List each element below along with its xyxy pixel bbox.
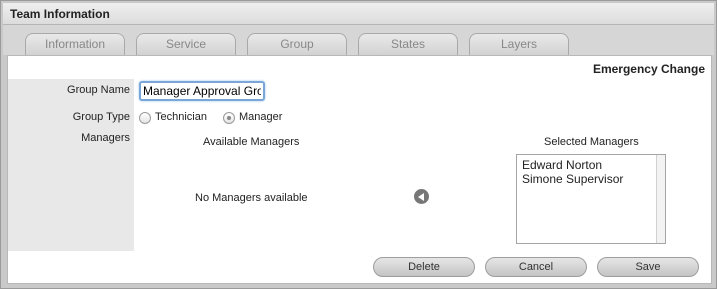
title-bar: Team Information	[3, 3, 714, 25]
technician-radio-label[interactable]: Technician	[155, 111, 207, 123]
tab-service[interactable]: Service	[136, 33, 236, 55]
tab-group[interactable]: Group	[247, 33, 347, 55]
manager-radio[interactable]	[223, 112, 235, 124]
group-form-panel: Emergency Change Group Name Group Type M…	[7, 55, 712, 284]
available-managers-empty: No Managers available	[195, 192, 308, 204]
team-information-window: Team Information Information Service Gro…	[0, 0, 717, 289]
manager-radio-label[interactable]: Manager	[239, 111, 282, 123]
available-managers-heading: Available Managers	[203, 136, 300, 148]
arrow-left-icon[interactable]	[414, 189, 429, 204]
list-item[interactable]: Simone Supervisor	[522, 172, 623, 186]
selected-managers-list[interactable]: Edward Norton Simone Supervisor	[516, 154, 666, 244]
group-name-label: Group Name	[67, 84, 130, 96]
list-scrollbar[interactable]	[656, 155, 665, 243]
technician-radio[interactable]	[139, 112, 151, 124]
group-name-input[interactable]	[139, 81, 265, 101]
tab-strip: Information Service Group States Layers	[3, 25, 714, 55]
list-item[interactable]: Edward Norton	[522, 158, 602, 172]
group-type-label: Group Type	[72, 111, 130, 123]
window-title: Team Information	[10, 7, 110, 21]
section-heading: Emergency Change	[592, 62, 705, 76]
managers-label: Managers	[81, 132, 130, 144]
tab-states[interactable]: States	[358, 33, 458, 55]
save-button[interactable]: Save	[597, 257, 699, 277]
tab-information[interactable]: Information	[25, 33, 125, 55]
delete-button[interactable]: Delete	[373, 257, 475, 277]
selected-managers-heading: Selected Managers	[544, 136, 639, 148]
tab-layers[interactable]: Layers	[469, 33, 569, 55]
label-column: Group Name Group Type Managers	[8, 79, 134, 251]
cancel-button[interactable]: Cancel	[485, 257, 587, 277]
